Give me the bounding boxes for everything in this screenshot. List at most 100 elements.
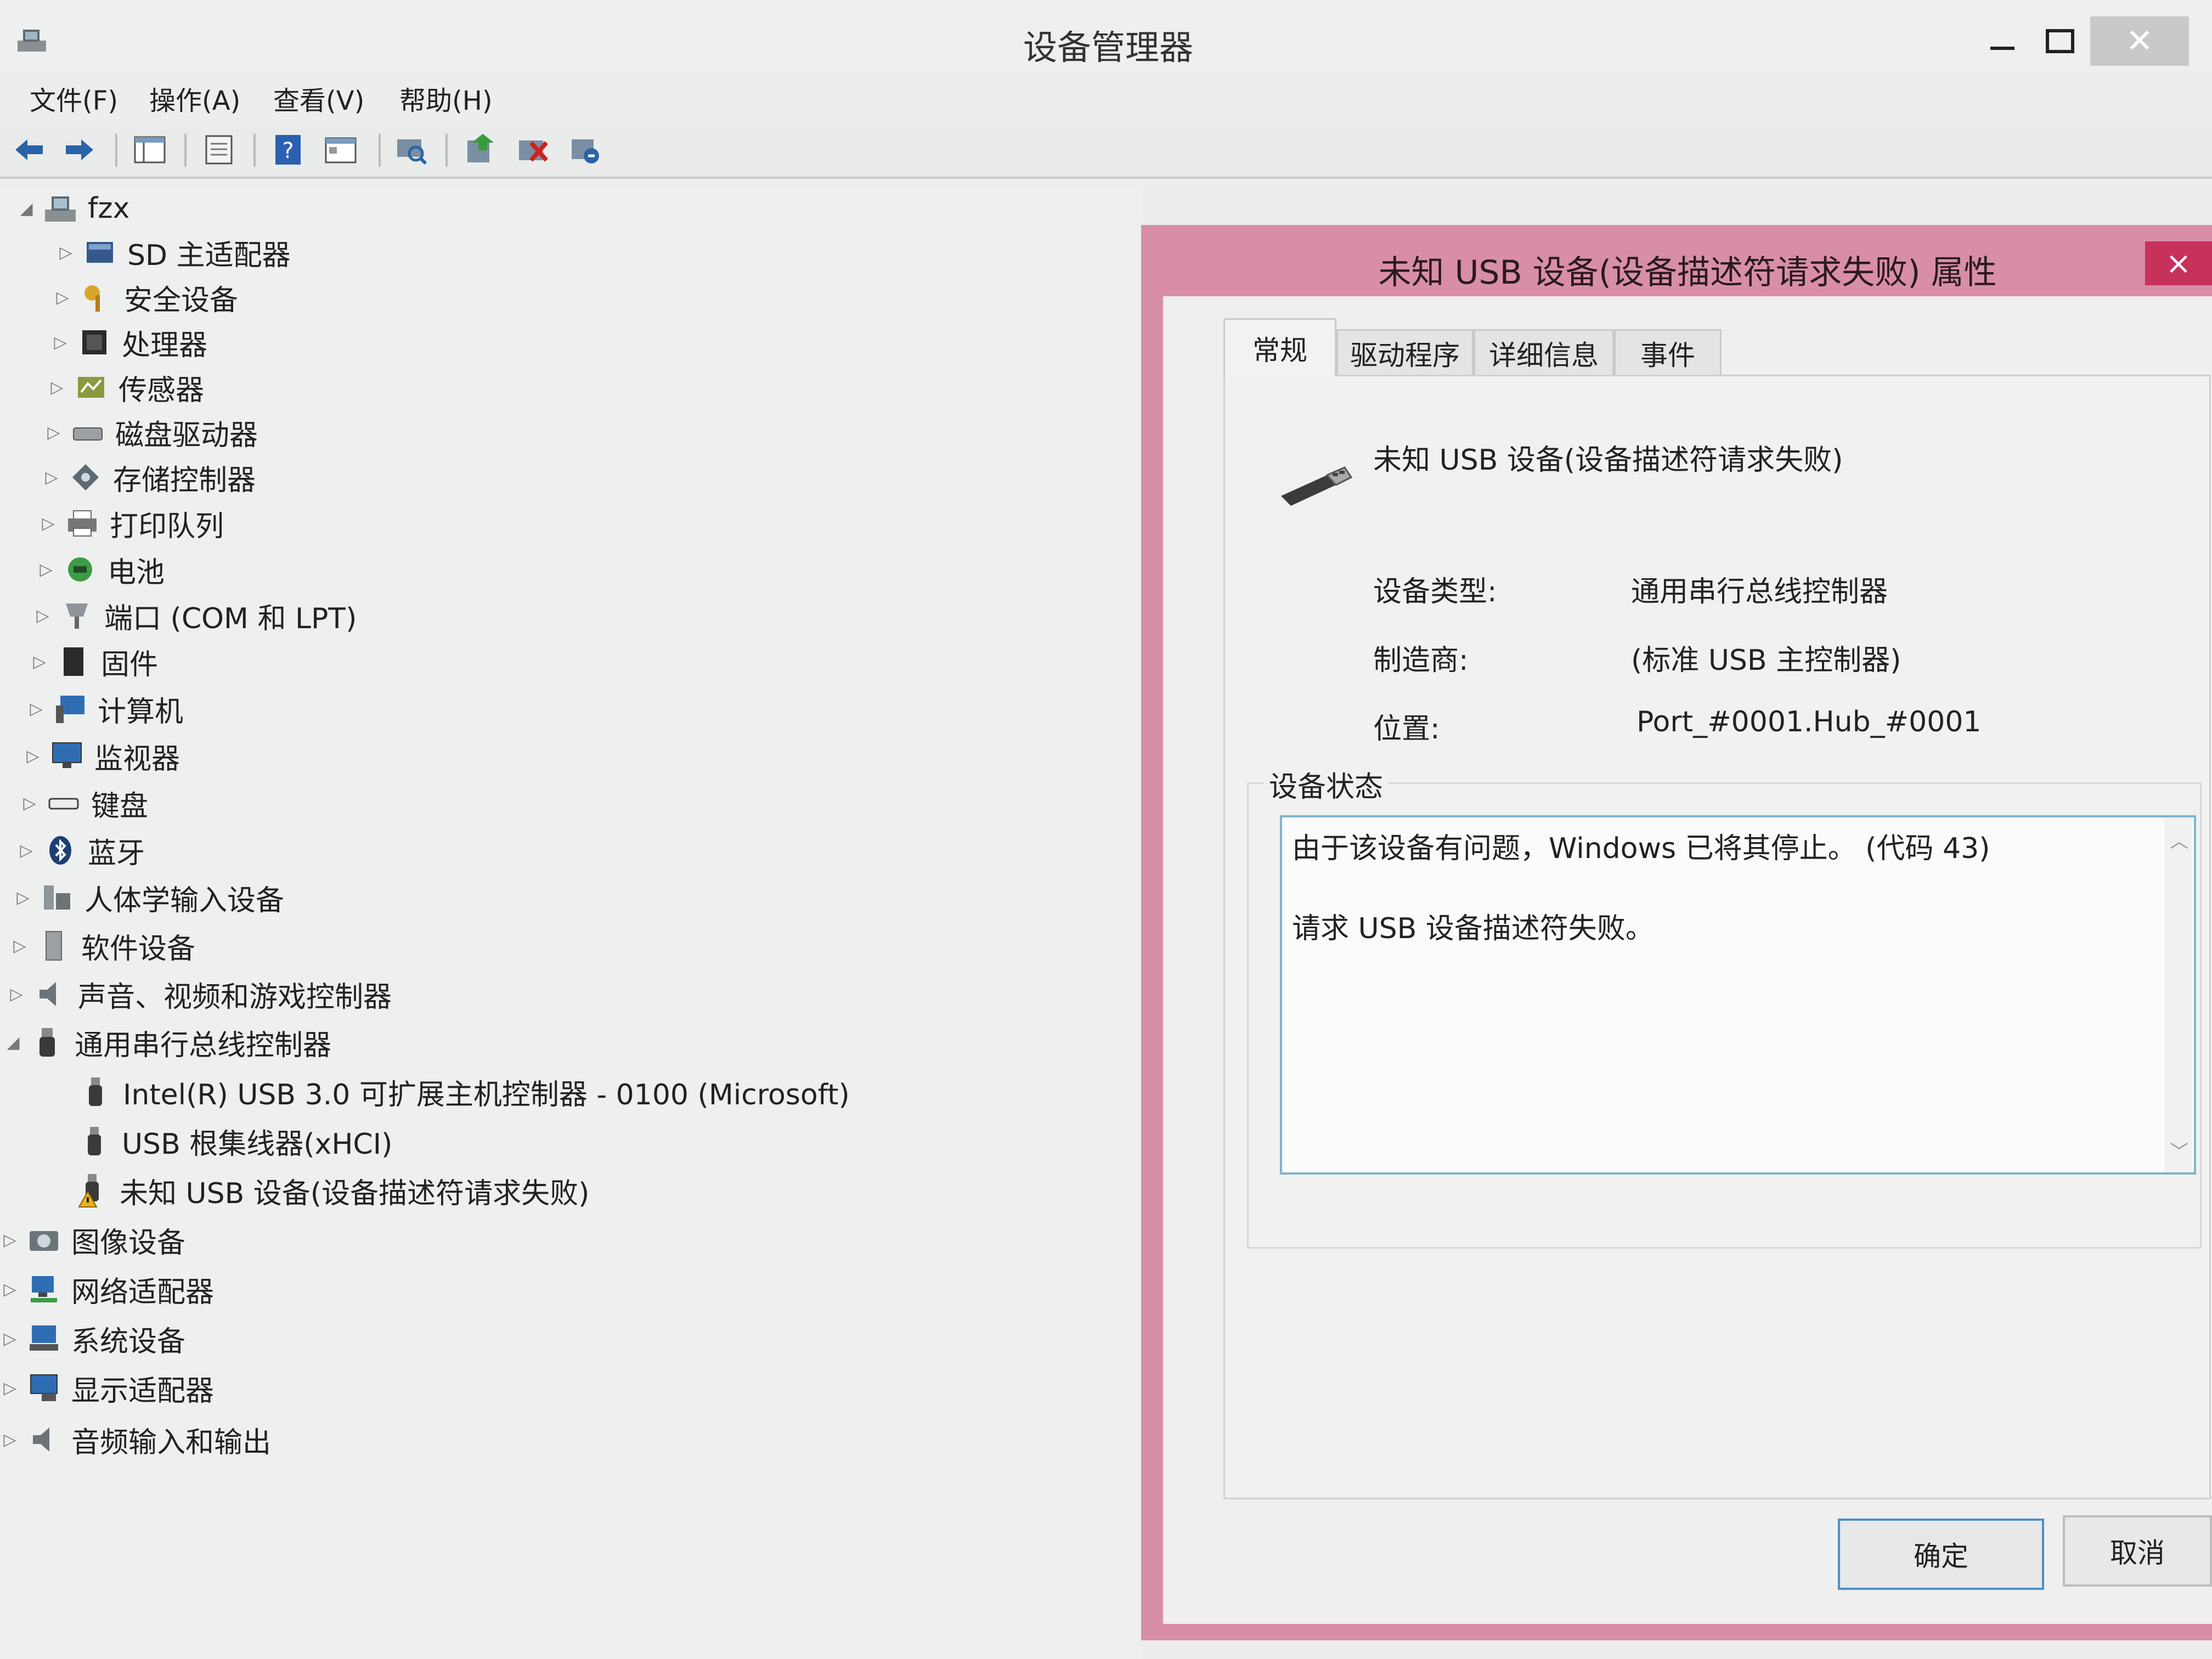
dialog-close-button[interactable]: × <box>2145 241 2212 285</box>
usb-plug-icon <box>30 1025 65 1060</box>
collapsed-arrow-icon[interactable]: ▷ <box>0 1379 20 1398</box>
collapsed-arrow-icon[interactable]: ▷ <box>36 560 56 579</box>
collapsed-arrow-icon[interactable]: ▷ <box>30 652 49 672</box>
tree-item-unknown-usb-device[interactable]: 未知 USB 设备(设备描述符请求失败) <box>68 1169 589 1212</box>
tree-item-disk-drives[interactable]: ▷ 磁盘驱动器 <box>44 410 258 454</box>
tree-item-sound-video-game[interactable]: ▷ 声音、视频和游戏控制器 <box>7 972 392 1016</box>
toolbar-separator <box>184 134 187 167</box>
disable-device-icon[interactable] <box>567 132 603 168</box>
tree-item-usb-root-hub[interactable]: USB 根集线器(xHCI) <box>70 1119 392 1163</box>
collapsed-arrow-icon[interactable]: ▷ <box>50 333 70 352</box>
collapsed-arrow-icon[interactable]: ▷ <box>38 514 58 533</box>
tree-item-keyboards[interactable]: ▷ 键盘 <box>20 781 148 825</box>
tree-item-batteries[interactable]: ▷ 电池 <box>36 548 165 591</box>
scan-hardware-icon[interactable] <box>393 132 429 168</box>
collapsed-arrow-icon[interactable]: ▷ <box>0 1280 20 1299</box>
printer-icon <box>65 506 100 541</box>
collapsed-arrow-icon[interactable]: ▷ <box>44 423 64 442</box>
collapsed-arrow-icon[interactable]: ▷ <box>0 1430 20 1449</box>
properties-dialog: 未知 USB 设备(设备描述符请求失败) 属性 × 常规 驱动程序 详细信息 事… <box>1141 225 2212 1640</box>
tree-item-ports[interactable]: ▷ 端口 (COM 和 LPT) <box>33 594 357 637</box>
tree-item-label: 系统设备 <box>71 1325 186 1358</box>
tree-root[interactable]: ◢ fzx <box>16 187 129 230</box>
update-driver-icon[interactable] <box>462 132 498 168</box>
forward-arrow-icon[interactable] <box>61 132 98 168</box>
tree-item-display-adapters[interactable]: ▷ 显示适配器 <box>0 1366 214 1410</box>
device-type-label: 设备类型: <box>1373 575 1497 608</box>
tree-item-sensors[interactable]: ▷ 传感器 <box>47 365 204 409</box>
maximize-button[interactable] <box>2033 16 2087 66</box>
sensor-icon <box>74 370 109 405</box>
collapsed-arrow-icon[interactable]: ▷ <box>0 1329 20 1348</box>
tab-details[interactable]: 详细信息 <box>1474 329 1614 375</box>
device-status-label: 设备状态 <box>1263 764 1389 805</box>
tree-item-usb-controllers[interactable]: ◢ 通用串行总线控制器 <box>3 1020 331 1064</box>
dialog-title: 未知 USB 设备(设备描述符请求失败) 属性 <box>1378 253 1997 292</box>
disk-drive-icon <box>70 415 105 450</box>
tab-driver[interactable]: 驱动程序 <box>1336 329 1474 375</box>
tree-item-hid[interactable]: ▷ 人体学输入设备 <box>13 876 284 919</box>
tree-item-intel-usb3-controller[interactable]: Intel(R) USB 3.0 可扩展主机控制器 - 0100 (Micros… <box>71 1070 850 1114</box>
cancel-button[interactable]: 取消 <box>2063 1515 2212 1587</box>
menu-help[interactable]: 帮助(H) <box>399 79 493 117</box>
close-button[interactable]: ✕ <box>2090 16 2189 66</box>
tree-item-label: 电池 <box>108 556 165 589</box>
collapsed-arrow-icon[interactable]: ▷ <box>23 747 43 766</box>
tab-general[interactable]: 常规 <box>1223 318 1336 376</box>
expanded-arrow-icon[interactable]: ◢ <box>16 199 36 218</box>
minimize-button[interactable] <box>1975 16 2030 66</box>
scroll-down-icon[interactable]: ﹀ <box>2170 1137 2188 1164</box>
toolbar: ? <box>0 122 2212 179</box>
view-icon[interactable] <box>323 132 359 168</box>
tree-item-security-devices[interactable]: ▷ 安全设备 <box>53 275 238 319</box>
tree-item-audio-io[interactable]: ▷ 音频输入和输出 <box>0 1418 271 1462</box>
svg-text:?: ? <box>282 138 294 163</box>
collapsed-arrow-icon[interactable]: ▷ <box>20 794 40 813</box>
tree-item-label: 端口 (COM 和 LPT) <box>104 602 357 635</box>
tree-item-print-queues[interactable]: ▷ 打印队列 <box>38 501 224 545</box>
tree-item-storage-controllers[interactable]: ▷ 存储控制器 <box>42 455 256 499</box>
collapsed-arrow-icon[interactable]: ▷ <box>26 699 46 719</box>
collapsed-arrow-icon[interactable]: ▷ <box>0 1231 20 1250</box>
collapsed-arrow-icon[interactable]: ▷ <box>53 288 72 307</box>
tree-item-label: 磁盘驱动器 <box>115 419 258 452</box>
tree-item-software-devices[interactable]: ▷ 软件设备 <box>10 924 195 968</box>
camera-icon <box>26 1222 61 1257</box>
menu-file[interactable]: 文件(F) <box>30 79 118 117</box>
tree-item-sd-host-adapter[interactable]: ▷ SD 主适配器 <box>56 230 290 274</box>
help-icon[interactable]: ? <box>270 132 306 168</box>
console-tree-icon[interactable] <box>132 132 168 168</box>
tree-item-network-adapters[interactable]: ▷ 网络适配器 <box>0 1267 214 1311</box>
tree-item-bluetooth[interactable]: ▷ 蓝牙 <box>16 828 145 872</box>
collapsed-arrow-icon[interactable]: ▷ <box>10 936 30 956</box>
device-status-textbox[interactable]: 由于该设备有问题，Windows 已将其停止。 (代码 43) 请求 USB 设… <box>1280 815 2196 1175</box>
collapsed-arrow-icon[interactable]: ▷ <box>33 606 53 625</box>
tree-item-label: 固件 <box>101 648 159 681</box>
tree-item-label: 未知 USB 设备(设备描述符请求失败) <box>120 1177 590 1210</box>
expanded-arrow-icon[interactable]: ◢ <box>3 1033 23 1052</box>
collapsed-arrow-icon[interactable]: ▷ <box>42 468 61 487</box>
tree-item-label: 声音、视频和游戏控制器 <box>78 980 392 1014</box>
tree-item-system-devices[interactable]: ▷ 系统设备 <box>0 1317 185 1361</box>
properties-page-icon[interactable] <box>201 132 237 168</box>
menu-action[interactable]: 操作(A) <box>149 79 240 117</box>
collapsed-arrow-icon[interactable]: ▷ <box>56 243 76 262</box>
collapsed-arrow-icon[interactable]: ▷ <box>47 378 67 397</box>
status-scrollbar[interactable]: ︿ ﹀ <box>2164 817 2192 1172</box>
back-arrow-icon[interactable] <box>11 132 47 168</box>
collapsed-arrow-icon[interactable]: ▷ <box>7 985 26 1004</box>
tree-item-monitors[interactable]: ▷ 监视器 <box>23 734 180 778</box>
tree-item-firmware[interactable]: ▷ 固件 <box>30 640 158 684</box>
tree-item-processors[interactable]: ▷ 处理器 <box>50 320 207 364</box>
status-message-line-1: 由于该设备有问题，Windows 已将其停止。 (代码 43) <box>1292 832 1990 865</box>
collapsed-arrow-icon[interactable]: ▷ <box>13 888 33 907</box>
tab-events[interactable]: 事件 <box>1614 329 1722 375</box>
ok-button[interactable]: 确定 <box>1838 1519 2044 1590</box>
collapsed-arrow-icon[interactable]: ▷ <box>16 841 36 860</box>
uninstall-device-icon[interactable] <box>515 132 551 168</box>
tree-item-imaging-devices[interactable]: ▷ 图像设备 <box>0 1218 185 1262</box>
menu-view[interactable]: 查看(V) <box>273 79 364 117</box>
scroll-up-icon[interactable]: ︿ <box>2170 826 2188 853</box>
tree-item-label: 安全设备 <box>124 284 239 317</box>
tree-item-computer[interactable]: ▷ 计算机 <box>26 687 183 731</box>
